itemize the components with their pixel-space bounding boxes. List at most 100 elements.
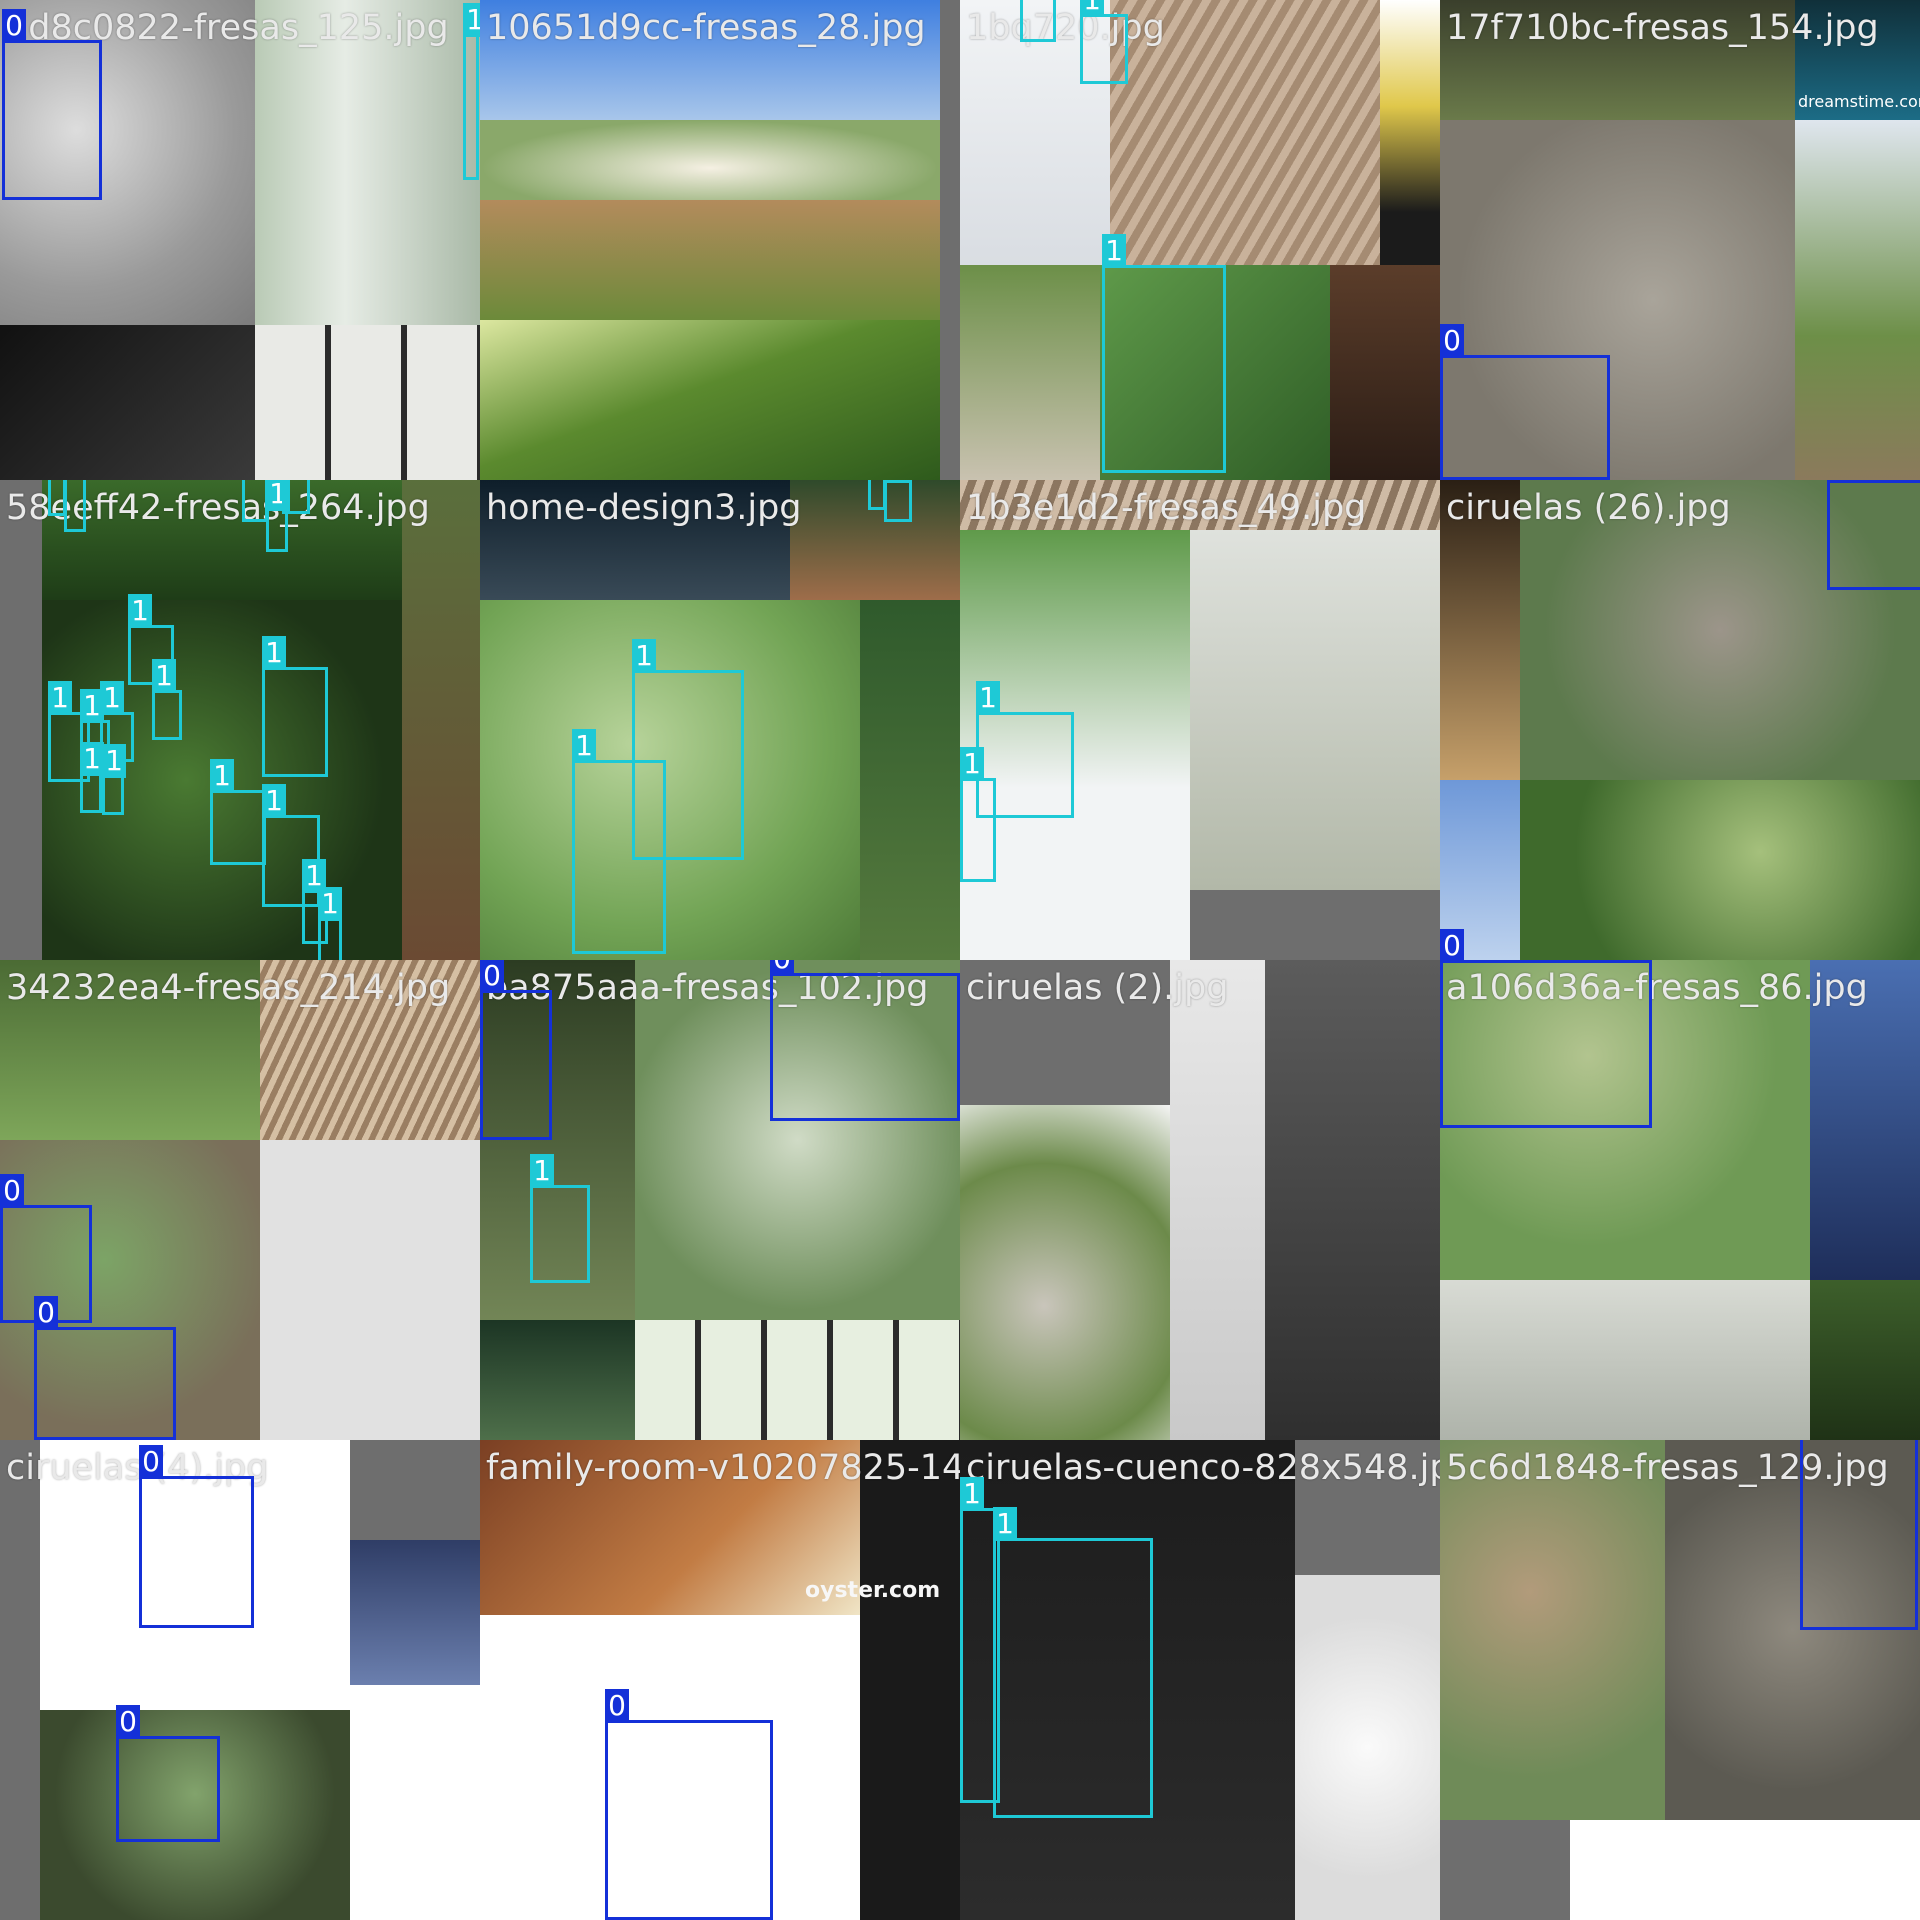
detection-box-class-0: 0: [2, 9, 102, 200]
detection-box-class-1: 1: [64, 480, 86, 532]
mosaic-tile: ciruelas-cuenco-828x548.jpg 1 1: [960, 1440, 1440, 1920]
detection-box-class-1: 1: [993, 1507, 1153, 1818]
detection-box-class-1: 1: [884, 480, 912, 522]
detection-box-class-1: 1: [102, 744, 126, 815]
tile-photo-region: [1440, 1280, 1810, 1440]
tile-photo-region: [350, 1685, 480, 1920]
detection-box-class-1: 1: [572, 729, 666, 954]
tile-photo-region: [1110, 0, 1380, 265]
tile-photo-region: [0, 325, 255, 480]
tile-photo-region: [480, 320, 940, 480]
detection-class-tag: 1: [48, 681, 72, 715]
detection-class-tag: 1: [210, 759, 234, 793]
tile-photo-region: [1570, 1820, 1920, 1920]
tile-photo-region: [255, 325, 480, 480]
tile-photo-region: [940, 0, 960, 480]
detection-class-tag: 1: [632, 639, 656, 673]
detection-class-tag: 1: [318, 887, 342, 921]
tile-photo-region: [960, 265, 1100, 480]
detection-class-tag: 1: [1102, 234, 1126, 268]
detection-class-tag: 1: [960, 1477, 984, 1511]
detection-class-tag: 1: [530, 1154, 554, 1188]
tile-photo-region: [1440, 1820, 1570, 1920]
detection-box-class-0: 0: [1800, 1440, 1918, 1630]
mosaic-tile: ciruelas (2).jpg: [960, 960, 1440, 1440]
detection-class-tag: 1: [463, 3, 480, 37]
tile-photo-region: [1440, 480, 1520, 780]
detection-class-tag: 0: [1440, 324, 1464, 358]
tile-photo-region: [1190, 530, 1440, 890]
detection-box-class-1: 1: [530, 1154, 590, 1283]
detection-class-tag: 0: [1440, 960, 1464, 963]
tile-photo-region: [0, 1440, 40, 1920]
tile-photo-region: [1440, 1440, 1665, 1820]
tile-photo-region: [402, 480, 480, 960]
detection-class-tag: 0: [34, 1296, 58, 1330]
mosaic-tile: ciruelas (4).jpg 0 0: [0, 1440, 480, 1920]
detection-box-class-1: 1: [1102, 234, 1226, 473]
tile-photo-region: [1810, 960, 1920, 1280]
mosaic-grid: 1d8c0822-fresas_125.jpg 0 1 10651d9cc-fresa…: [0, 0, 1920, 1920]
mosaic-tile: ba875aaa-fresas_102.jpg001: [480, 960, 960, 1440]
detection-box-class-1: 1: [266, 480, 290, 552]
tile-photo-region: [1295, 1440, 1440, 1575]
detection-box-class-1: 1: [152, 659, 182, 740]
detection-box-class-0: 0: [34, 1296, 176, 1440]
tile-photo-region: [635, 1320, 960, 1440]
detection-box-class-1: 1: [262, 636, 328, 777]
detection-class-tag: 1: [1080, 0, 1104, 17]
mosaic-tile: oyster.comfamily-room-v10207825-1440-102…: [480, 1440, 960, 1920]
tile-photo-region: [860, 600, 960, 960]
detection-box-class-1: 1: [1020, 0, 1056, 42]
detection-class-tag: 1: [976, 681, 1000, 715]
detection-box-class-0: 0: [116, 1705, 220, 1842]
tile-photo-region: [860, 1440, 960, 1920]
detection-box-class-0: 0: [139, 1445, 254, 1628]
detection-class-tag: 1: [262, 784, 286, 818]
tile-photo-region: [1795, 120, 1920, 480]
detection-class-tag: 1: [128, 594, 152, 628]
mosaic-tile: dreamstime.com 17f710bc-fresas_154.jpg 0: [1440, 0, 1920, 480]
tile-photo-region: [1810, 1280, 1920, 1440]
detection-box-class-1: 1: [210, 759, 266, 865]
mosaic-tile: 1b3e1d2-fresas_49.jpg 1 1: [960, 480, 1440, 960]
mosaic-tile: a106d36a-fresas_86.jpg0: [1440, 960, 1920, 1440]
mosaic-tile: ciruelas (26).jpg00: [1440, 480, 1920, 960]
detection-class-tag: 0: [1440, 929, 1464, 960]
detection-class-tag: 1: [100, 681, 124, 715]
detection-class-tag: 1: [152, 659, 176, 693]
tile-photo-region: [1190, 890, 1440, 960]
tile-photo-region: [350, 1440, 480, 1540]
detection-class-tag: 0: [1827, 480, 1851, 483]
detection-box-class-1: 1: [960, 747, 996, 882]
detection-class-tag: 1: [572, 729, 596, 763]
tile-photo-region: [1440, 0, 1795, 120]
detection-class-tag: 1: [884, 480, 908, 483]
tile-photo-region: [42, 480, 402, 600]
mosaic-tile: home-design3.jpg1111: [480, 480, 960, 960]
tile-photo-region: [480, 120, 940, 200]
detection-box-class-0: 0: [770, 960, 960, 1121]
tile-photo-region: [1520, 780, 1920, 960]
tile-photo-region: [1295, 1575, 1440, 1920]
tile-photo-region: [960, 480, 1440, 530]
tile-photo-region: [1330, 265, 1440, 480]
detection-box-class-1: 1: [80, 742, 104, 813]
mosaic-tile: 10651d9cc-fresas_28.jpg: [480, 0, 960, 480]
detection-class-tag: 0: [116, 1705, 140, 1739]
tile-photo-region: [1265, 960, 1440, 1440]
detection-class-tag: 0: [0, 1174, 24, 1208]
detection-box-class-0: 0: [1440, 324, 1610, 480]
detection-class-tag: 1: [960, 747, 984, 781]
mosaic-tile: 5c6d1848-fresas_129.jpg0: [1440, 1440, 1920, 1920]
detection-class-tag: 0: [605, 1689, 629, 1723]
detection-class-tag: 0: [480, 960, 504, 993]
detection-box-class-0: 0: [480, 960, 552, 1140]
tile-photo-region: [480, 0, 940, 120]
tile-photo-region: [480, 1320, 635, 1440]
tile-photo-region: [960, 1105, 1170, 1440]
mosaic-tile: 58eeff42-fresas_264.jpg11111111111111111: [0, 480, 480, 960]
detection-box-class-0: 0: [1827, 480, 1920, 590]
tile-photo-region: [0, 480, 42, 960]
detection-box-class-1: 1: [282, 480, 310, 514]
